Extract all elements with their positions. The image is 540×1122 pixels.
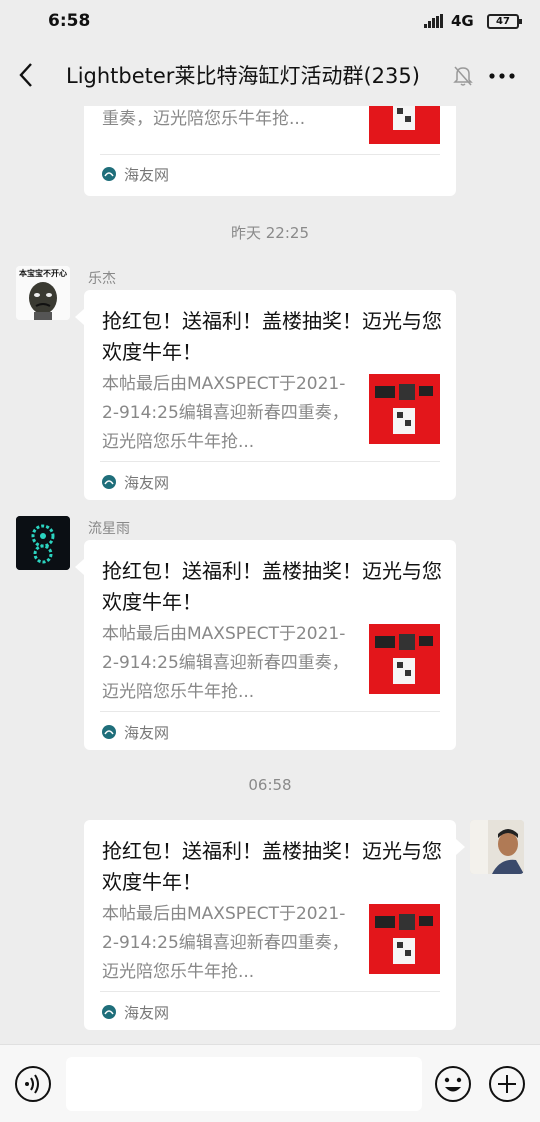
avatar[interactable]: 本宝宝不开心 xyxy=(16,266,70,320)
avatar-image xyxy=(16,516,70,570)
source-name: 海友网 xyxy=(124,723,170,742)
sender-name: 流星雨 xyxy=(88,521,130,537)
avatar-caption: 本宝宝不开心 xyxy=(18,268,67,278)
link-card[interactable]: 2021-2-914:25编辑喜迎新春四重奏，迈光陪您乐牛年抢... 海友网 xyxy=(84,106,456,196)
avatar-image: 本宝宝不开心 xyxy=(16,266,70,320)
source-icon xyxy=(102,1005,116,1019)
bubble-tail xyxy=(75,559,84,575)
bubble-tail xyxy=(75,309,84,325)
link-card-title: 抢红包！送福利！盖楼抽奖！迈光与您欢度牛年！ xyxy=(102,559,442,614)
link-card[interactable]: 抢红包！送福利！盖楼抽奖！迈光与您欢度牛年！ 本帖最后由MAXSPECT于202… xyxy=(84,820,456,1030)
signal-icon xyxy=(424,14,443,28)
chat-title: Lightbeter莱比特海缸灯活动群(235) xyxy=(66,64,420,88)
more-icon[interactable] xyxy=(488,66,516,86)
network-type: 4G xyxy=(451,12,474,30)
status-bar: 6:58 4G 47 xyxy=(0,0,540,44)
link-card-desc: 本帖最后由MAXSPECT于2021-2-914:25编辑喜迎新春四重奏，迈光陪… xyxy=(102,374,349,452)
link-card-desc: 本帖最后由MAXSPECT于2021-2-914:25编辑喜迎新春四重奏，迈光陪… xyxy=(102,624,349,702)
link-card-source: 海友网 xyxy=(102,1000,169,1024)
source-name: 海友网 xyxy=(124,1003,170,1022)
link-card-title: 抢红包！送福利！盖楼抽奖！迈光与您欢度牛年！ xyxy=(102,839,442,894)
back-arrow-icon[interactable] xyxy=(12,58,42,92)
message-input[interactable] xyxy=(66,1057,422,1111)
card-divider xyxy=(100,461,440,462)
link-card-thumbnail xyxy=(369,374,440,444)
link-card-thumbnail xyxy=(369,106,440,144)
link-card-desc: 本帖最后由MAXSPECT于2021-2-914:25编辑喜迎新春四重奏，迈光陪… xyxy=(102,904,349,982)
input-bar xyxy=(0,1044,540,1122)
sender-name: 乐杰 xyxy=(88,271,116,287)
link-card[interactable]: 抢红包！送福利！盖楼抽奖！迈光与您欢度牛年！ 本帖最后由MAXSPECT于202… xyxy=(84,540,456,750)
chat-list[interactable]: 2021-2-914:25编辑喜迎新春四重奏，迈光陪您乐牛年抢... 海友网 昨… xyxy=(0,106,540,1044)
card-divider xyxy=(100,711,440,712)
link-card-desc: 2021-2-914:25编辑喜迎新春四重奏，迈光陪您乐牛年抢... xyxy=(102,109,306,129)
time-separator: 06:58 xyxy=(248,776,292,794)
source-name: 海友网 xyxy=(124,473,170,492)
source-icon xyxy=(102,475,116,489)
source-name: 海友网 xyxy=(124,165,170,184)
status-time: 6:58 xyxy=(48,11,91,31)
link-card-source: 海友网 xyxy=(102,162,169,186)
link-card-thumbnail xyxy=(369,904,440,974)
avatar[interactable] xyxy=(16,516,70,570)
plus-icon[interactable] xyxy=(488,1065,526,1103)
voice-icon[interactable] xyxy=(14,1065,52,1103)
avatar-image xyxy=(470,820,524,874)
link-card-thumbnail xyxy=(369,624,440,694)
card-divider xyxy=(100,154,440,155)
link-card-source: 海友网 xyxy=(102,720,169,744)
mute-bell-icon xyxy=(453,66,473,86)
time-separator: 昨天 22:25 xyxy=(231,224,309,242)
source-icon xyxy=(102,167,116,181)
bubble-tail xyxy=(456,839,465,855)
chat-header: Lightbeter莱比特海缸灯活动群(235) xyxy=(0,44,540,106)
battery-icon: 47 xyxy=(487,14,522,29)
link-card[interactable]: 抢红包！送福利！盖楼抽奖！迈光与您欢度牛年！ 本帖最后由MAXSPECT于202… xyxy=(84,290,456,500)
link-card-source: 海友网 xyxy=(102,470,169,494)
my-avatar[interactable] xyxy=(470,820,524,874)
source-icon xyxy=(102,725,116,739)
link-card-title: 抢红包！送福利！盖楼抽奖！迈光与您欢度牛年！ xyxy=(102,309,442,364)
emoji-icon[interactable] xyxy=(434,1065,472,1103)
card-divider xyxy=(100,991,440,992)
